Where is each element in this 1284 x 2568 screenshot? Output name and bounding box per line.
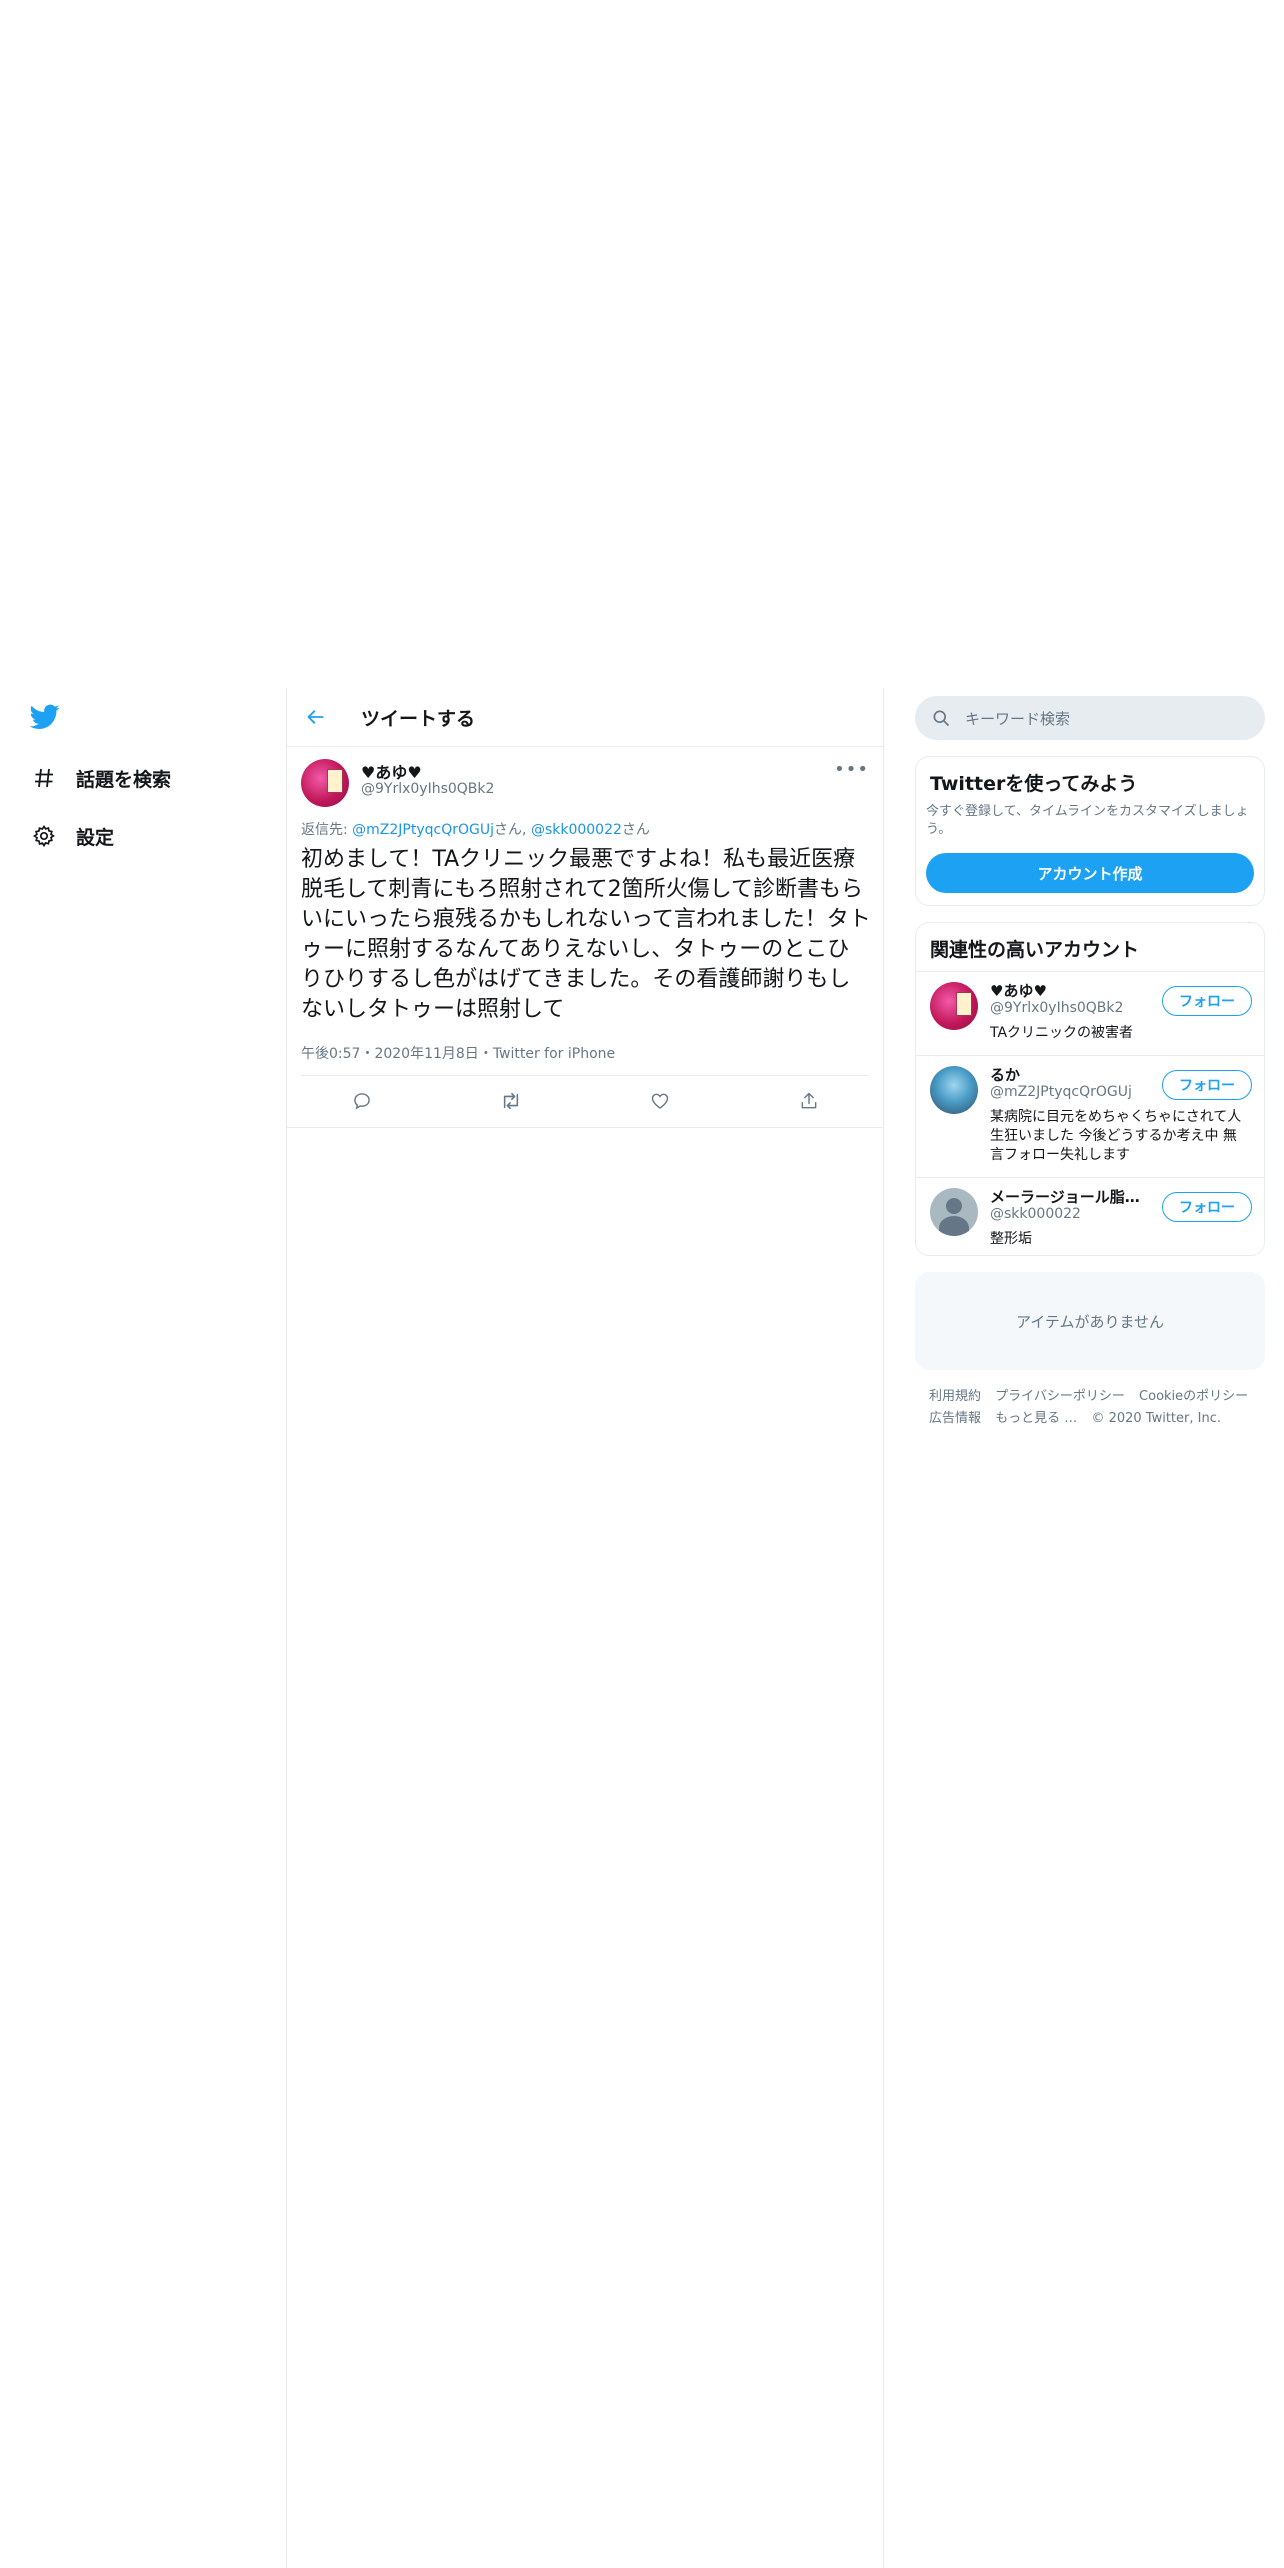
nav-item-explore[interactable]: 話題を検索 — [30, 760, 171, 796]
follow-button[interactable]: フォロー — [1162, 1192, 1252, 1222]
tweet-meta: 午後0:57・2020年11月8日・Twitter for iPhone — [301, 1043, 615, 1063]
share-icon — [799, 1091, 819, 1111]
arrow-left-icon — [306, 707, 326, 727]
footer-link-terms[interactable]: 利用規約 — [929, 1389, 981, 1404]
tweet-source[interactable]: Twitter for iPhone — [493, 1046, 615, 1062]
nav-item-settings-label: 設定 — [76, 826, 115, 849]
page-title: ツイートする — [361, 708, 476, 730]
reply-suffix: さん — [621, 822, 650, 838]
tweet-actions — [287, 1077, 883, 1125]
meta-dot: ・ — [478, 1046, 493, 1062]
tweet: ♥あゆ♥ @9Yrlx0yIhs0QBk2 ••• 返信先: @mZ2JPtyq… — [287, 747, 883, 1128]
trends-empty-text: アイテムがありません — [1015, 1312, 1165, 1331]
reply-to-link-1[interactable]: @mZ2JPtyqcQrOGUj — [352, 822, 494, 838]
avatar[interactable] — [930, 982, 978, 1030]
default-avatar-icon[interactable] — [930, 1188, 978, 1236]
related-account-item[interactable]: ♥あゆ♥ @9Yrlx0yIhs0QBk2 TAクリニックの被害者 フォロー — [916, 971, 1264, 1056]
gear-icon — [30, 822, 58, 850]
back-button[interactable] — [301, 702, 331, 732]
meta-dot: ・ — [360, 1046, 375, 1062]
tweet-author-handle[interactable]: @9Yrlx0yIhs0QBk2 — [361, 781, 494, 797]
nav-item-settings[interactable]: 設定 — [30, 818, 114, 854]
tweet-text: 初めまして！TAクリニック最悪ですよね！私も最近医療脱毛して刺青にもろ照射されて… — [301, 847, 871, 1022]
reply-separator: さん, — [494, 822, 531, 838]
related-account-bio: TAクリニックの被害者 — [990, 1025, 1134, 1041]
related-account-bio: 某病院に目元をめちゃくちゃにされて人生狂いました 今後どうするか考え中 無言フォ… — [990, 1109, 1242, 1163]
divider — [301, 1075, 869, 1076]
reply-button[interactable] — [287, 1077, 436, 1125]
related-account-name[interactable]: メーラージョール脂肪吸引… — [990, 1186, 1140, 1207]
share-button[interactable] — [734, 1077, 883, 1125]
twitter-bird-icon[interactable] — [30, 704, 60, 730]
search-box — [915, 696, 1265, 742]
search-icon — [931, 708, 951, 728]
related-account-name[interactable]: るか — [990, 1064, 1020, 1085]
related-account-handle: @9Yrlx0yIhs0QBk2 — [990, 1000, 1124, 1016]
related-account-item[interactable]: るか @mZ2JPtyqcQrOGUj 某病院に目元をめちゃくちゃにされて人生狂… — [916, 1055, 1264, 1178]
main-column: ツイートする ♥あゆ♥ @9Yrlx0yIhs0QBk2 ••• 返信先: @m… — [286, 688, 884, 2568]
related-accounts-title: 関連性の高いアカウント — [930, 939, 1140, 961]
footer-link-ads[interactable]: 広告情報 — [929, 1411, 981, 1426]
signup-description: 今すぐ登録して、タイムラインをカスタマイズしましょう。 — [926, 804, 1249, 837]
nav-item-explore-label: 話題を検索 — [76, 768, 172, 791]
signup-card: Twitterを使ってみよう 今すぐ登録して、タイムラインをカスタマイズしましょ… — [915, 756, 1265, 906]
create-account-button[interactable]: アカウント作成 — [926, 853, 1254, 893]
related-account-name[interactable]: ♥あゆ♥ — [990, 980, 1047, 1001]
related-account-handle: @mZ2JPtyqcQrOGUj — [990, 1084, 1132, 1100]
footer-link-privacy[interactable]: プライバシーポリシー — [995, 1389, 1125, 1404]
right-sidebar: Twitterを使ってみよう 今すぐ登録して、タイムラインをカスタマイズしましょ… — [915, 696, 1265, 1426]
footer-link-cookies[interactable]: Cookieのポリシー — [1139, 1389, 1248, 1404]
search-input[interactable] — [963, 696, 1247, 742]
tweet-date[interactable]: 2020年11月8日 — [374, 1046, 478, 1062]
reply-prefix: 返信先: — [301, 822, 353, 838]
heart-icon — [650, 1091, 670, 1111]
follow-button[interactable]: フォロー — [1162, 986, 1252, 1016]
related-account-handle: @skk000022 — [990, 1206, 1081, 1222]
follow-button[interactable]: フォロー — [1162, 1070, 1252, 1100]
footer-link-more[interactable]: もっと見る … — [995, 1411, 1077, 1426]
tweet-author-name[interactable]: ♥あゆ♥ — [361, 759, 422, 783]
tweet-time[interactable]: 午後0:57 — [301, 1046, 360, 1062]
footer-links: 利用規約 プライバシーポリシー Cookieのポリシー 広告情報 もっと見る …… — [929, 1386, 1259, 1430]
related-account-item[interactable]: メーラージョール脂肪吸引… @skk000022 整形垢 フォロー — [916, 1177, 1264, 1255]
avatar[interactable] — [301, 759, 349, 807]
reply-to-line: 返信先: @mZ2JPtyqcQrOGUjさん, @skk000022さん — [301, 819, 650, 839]
more-options-button[interactable]: ••• — [834, 759, 869, 780]
related-account-bio: 整形垢 — [990, 1231, 1032, 1247]
reply-to-link-2[interactable]: @skk000022 — [531, 822, 622, 838]
retweet-button[interactable] — [436, 1077, 585, 1125]
reply-icon — [352, 1091, 372, 1111]
signup-title: Twitterを使ってみよう — [930, 773, 1138, 795]
trends-empty-card: アイテムがありません — [915, 1272, 1265, 1370]
avatar[interactable] — [930, 1066, 978, 1114]
retweet-icon — [500, 1091, 522, 1111]
hashtag-icon — [30, 764, 58, 792]
page-header: ツイートする — [287, 688, 883, 747]
footer-copyright: © 2020 Twitter, Inc. — [1091, 1411, 1221, 1426]
related-accounts-card: 関連性の高いアカウント ♥あゆ♥ @9Yrlx0yIhs0QBk2 TAクリニッ… — [915, 922, 1265, 1256]
like-button[interactable] — [585, 1077, 734, 1125]
